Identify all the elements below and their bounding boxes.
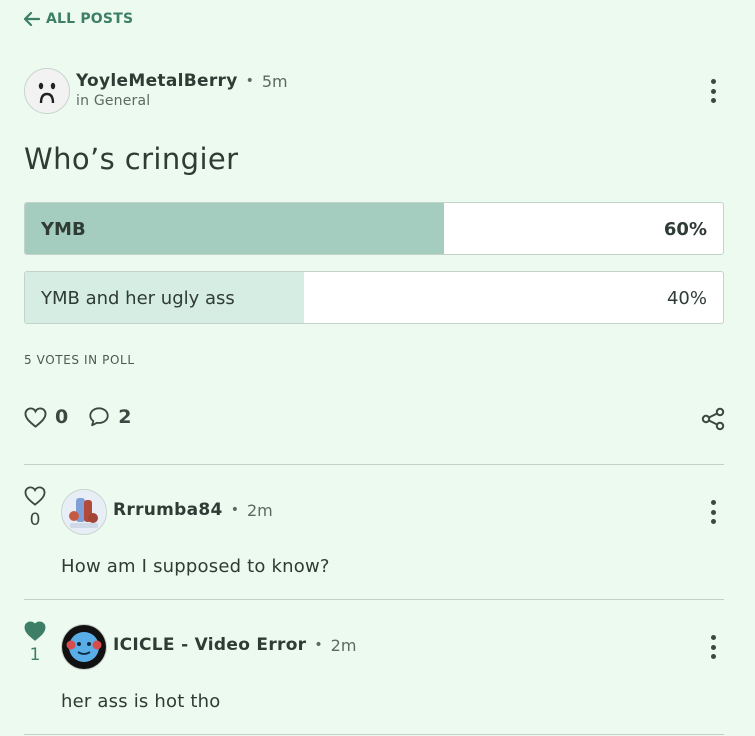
- comment-like-button[interactable]: 0: [24, 486, 46, 530]
- comment-body: her ass is hot tho: [61, 691, 221, 712]
- comment-author-avatar[interactable]: [61, 624, 107, 670]
- comment-like-button[interactable]: 1: [24, 621, 46, 665]
- post-title: Who’s cringier: [24, 142, 239, 176]
- comment-author-name[interactable]: Rrrumba84: [113, 500, 223, 520]
- comment-button[interactable]: 2: [88, 406, 131, 428]
- comment-time: 2m: [330, 635, 357, 655]
- poll-option-fill: [25, 203, 444, 254]
- heart-outline-icon: [24, 486, 46, 506]
- poll-option[interactable]: YMB 60%: [24, 202, 724, 255]
- post-category[interactable]: in General: [76, 93, 150, 109]
- back-to-all-posts-link[interactable]: ALL POSTS: [24, 11, 133, 27]
- comment-like-count: 0: [29, 510, 41, 530]
- heart-icon: [24, 406, 47, 428]
- character-avatar-image: [62, 625, 106, 669]
- divider: [24, 464, 724, 465]
- back-link-label: ALL POSTS: [46, 11, 134, 27]
- comment-author-name[interactable]: ICICLE - Video Error: [113, 635, 306, 655]
- separator-dot: •: [314, 637, 323, 653]
- comment-count: 2: [118, 406, 132, 428]
- sad-face-avatar-image: [25, 69, 69, 113]
- post-author-line: YoyleMetalBerry • 5m: [76, 71, 288, 91]
- divider: [24, 734, 724, 735]
- like-button[interactable]: 0: [24, 406, 68, 428]
- share-button[interactable]: [701, 407, 725, 435]
- poll-option-label: YMB: [41, 219, 86, 240]
- like-count: 0: [55, 406, 69, 428]
- comment-time: 2m: [246, 500, 273, 520]
- post-time: 5m: [261, 71, 288, 91]
- post-header: YoyleMetalBerry • 5m in General: [24, 68, 725, 114]
- comment-like-count: 1: [29, 645, 41, 665]
- comment-body: How am I supposed to know?: [61, 556, 330, 577]
- heart-filled-icon: [24, 621, 46, 641]
- comment-more-options-icon[interactable]: [709, 635, 717, 659]
- separator-dot: •: [230, 502, 239, 518]
- poll-option[interactable]: YMB and her ugly ass 40%: [24, 271, 724, 324]
- poll-option-percent: 40%: [666, 288, 707, 309]
- post-actions: 0 2: [24, 406, 151, 428]
- divider: [24, 599, 724, 600]
- arrow-left-icon: [24, 12, 40, 26]
- comment-author-avatar[interactable]: [61, 489, 107, 535]
- poll-vote-count: 5 VOTES IN POLL: [24, 353, 135, 367]
- comment-author-line: ICICLE - Video Error • 2m: [113, 635, 356, 655]
- poll-option-percent: 60%: [663, 219, 707, 240]
- poll-option-label: YMB and her ugly ass: [41, 288, 235, 309]
- post-author-name[interactable]: YoyleMetalBerry: [76, 71, 238, 91]
- comment-author-line: Rrrumba84 • 2m: [113, 500, 273, 520]
- share-icon: [701, 407, 725, 431]
- separator-dot: •: [245, 73, 254, 89]
- character-avatar-image: [62, 490, 106, 534]
- post-more-options-icon[interactable]: [709, 79, 717, 103]
- comment-more-options-icon[interactable]: [709, 500, 717, 524]
- author-avatar[interactable]: [24, 68, 70, 114]
- speech-bubble-icon: [89, 407, 109, 427]
